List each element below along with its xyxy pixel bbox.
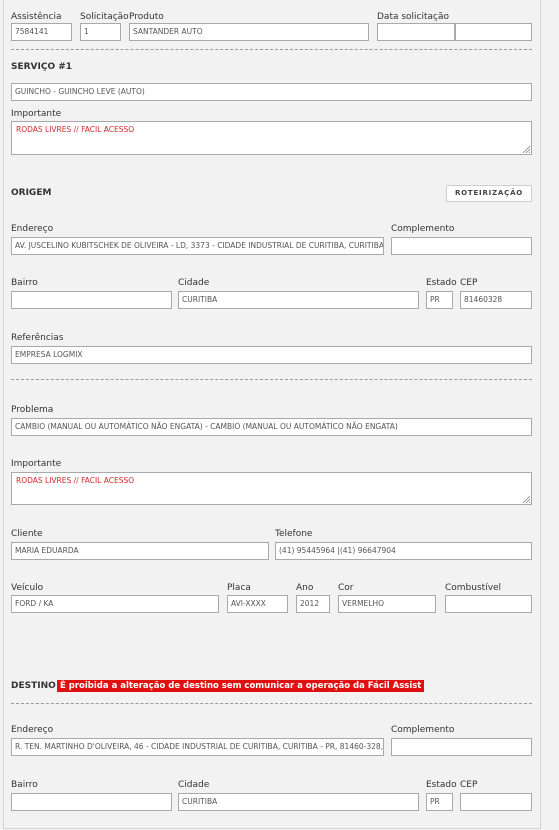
destino-estado-field[interactable]: PR (426, 793, 453, 811)
divider (11, 703, 532, 704)
origem-endereco-label: Endereço (11, 224, 54, 234)
resize-grip-icon[interactable] (522, 145, 530, 153)
destino-bairro-label: Bairro (11, 780, 38, 790)
cliente-label: Cliente (11, 529, 43, 539)
origem-estado-field[interactable]: PR (426, 291, 453, 309)
servico-importante-textarea[interactable]: RODAS LIVRES // FACIL ACESSO (11, 121, 532, 155)
origem-referencias-label: Referências (11, 333, 64, 343)
solicitacao-label: Solicitação (80, 12, 129, 22)
ano-field[interactable]: 2012 (296, 595, 330, 613)
assistencia-field[interactable]: 7584141 (11, 23, 72, 41)
origem-endereco-field[interactable]: AV. JUSCELINO KUBITSCHEK DE OLIVEIRA - L… (11, 237, 384, 255)
placa-label: Placa (227, 583, 251, 593)
servico-title: SERVIÇO #1 (11, 62, 73, 72)
cliente-field[interactable]: MARIA EDUARDA (11, 542, 269, 560)
origem-cep-field[interactable]: 81460328 (460, 291, 532, 309)
combustivel-field[interactable] (445, 595, 532, 613)
destino-estado-label: Estado (426, 780, 457, 790)
data-solicitacao-date-field[interactable] (377, 23, 455, 41)
produto-label: Produto (129, 12, 164, 22)
cor-field[interactable]: VERMELHO (338, 595, 436, 613)
destino-endereco-field[interactable]: R. TEN. MARTINHO D'OLIVEIRA, 46 - CIDADE… (11, 738, 384, 756)
origem-cep-label: CEP (460, 278, 478, 288)
destino-cep-label: CEP (460, 780, 478, 790)
divider (11, 49, 532, 50)
ano-label: Ano (296, 583, 314, 593)
combustivel-label: Combustível (445, 583, 502, 593)
destino-complemento-field[interactable] (391, 738, 532, 756)
servico-importante-text: RODAS LIVRES // FACIL ACESSO (16, 125, 135, 134)
problema-label: Problema (11, 405, 54, 415)
divider (11, 379, 532, 380)
destino-endereco-label: Endereço (11, 725, 54, 735)
assistencia-label: Assistência (11, 12, 62, 22)
cor-label: Cor (338, 583, 354, 593)
veiculo-field[interactable]: FORD / KA (11, 595, 219, 613)
solicitacao-field[interactable]: 1 (80, 23, 121, 41)
detalhes-importante-text: RODAS LIVRES // FACIL ACESSO (16, 476, 135, 485)
origem-cidade-field[interactable]: CURITIBA (178, 291, 419, 309)
destino-complemento-label: Complemento (391, 725, 455, 735)
telefone-label: Telefone (275, 529, 313, 539)
origem-cidade-label: Cidade (178, 278, 210, 288)
detalhes-importante-textarea[interactable]: RODAS LIVRES // FACIL ACESSO (11, 472, 532, 505)
origem-estado-label: Estado (426, 278, 457, 288)
roteirizacao-button[interactable]: ROTEIRIZAÇÃO (446, 185, 532, 202)
origem-referencias-field[interactable]: EMPRESA LOGMIX (11, 346, 532, 364)
problema-field[interactable]: CAMBIO (MANUAL OU AUTOMÁTICO NÃO ENGATA)… (11, 418, 532, 436)
destino-cep-field[interactable] (460, 793, 532, 811)
destino-bairro-field[interactable] (11, 793, 172, 811)
origem-bairro-label: Bairro (11, 278, 38, 288)
destino-cidade-label: Cidade (178, 780, 210, 790)
data-solicitacao-label: Data solicitação (377, 12, 450, 22)
veiculo-label: Veículo (11, 583, 44, 593)
destino-cidade-field[interactable]: CURITIBA (178, 793, 419, 811)
origem-bairro-field[interactable] (11, 291, 172, 309)
servico-tipo-field[interactable]: GUINCHO - GUINCHO LEVE (AUTO) (11, 83, 532, 101)
placa-field[interactable]: AVI-XXXX (227, 595, 288, 613)
detalhes-importante-label: Importante (11, 459, 62, 469)
origem-complemento-field[interactable] (391, 237, 532, 255)
servico-importante-label: Importante (11, 109, 62, 119)
produto-field[interactable]: SANTANDER AUTO (129, 23, 369, 41)
origem-title: ORIGEM (11, 188, 52, 198)
origem-complemento-label: Complemento (391, 224, 455, 234)
destino-warning-badge: É proibida a alteração de destino sem co… (57, 680, 425, 692)
data-solicitacao-time-field[interactable] (455, 23, 532, 41)
destino-title: DESTINO (11, 681, 56, 691)
resize-grip-icon[interactable] (522, 495, 530, 503)
telefone-field[interactable]: (41) 95445964 |(41) 96647904 (275, 542, 532, 560)
